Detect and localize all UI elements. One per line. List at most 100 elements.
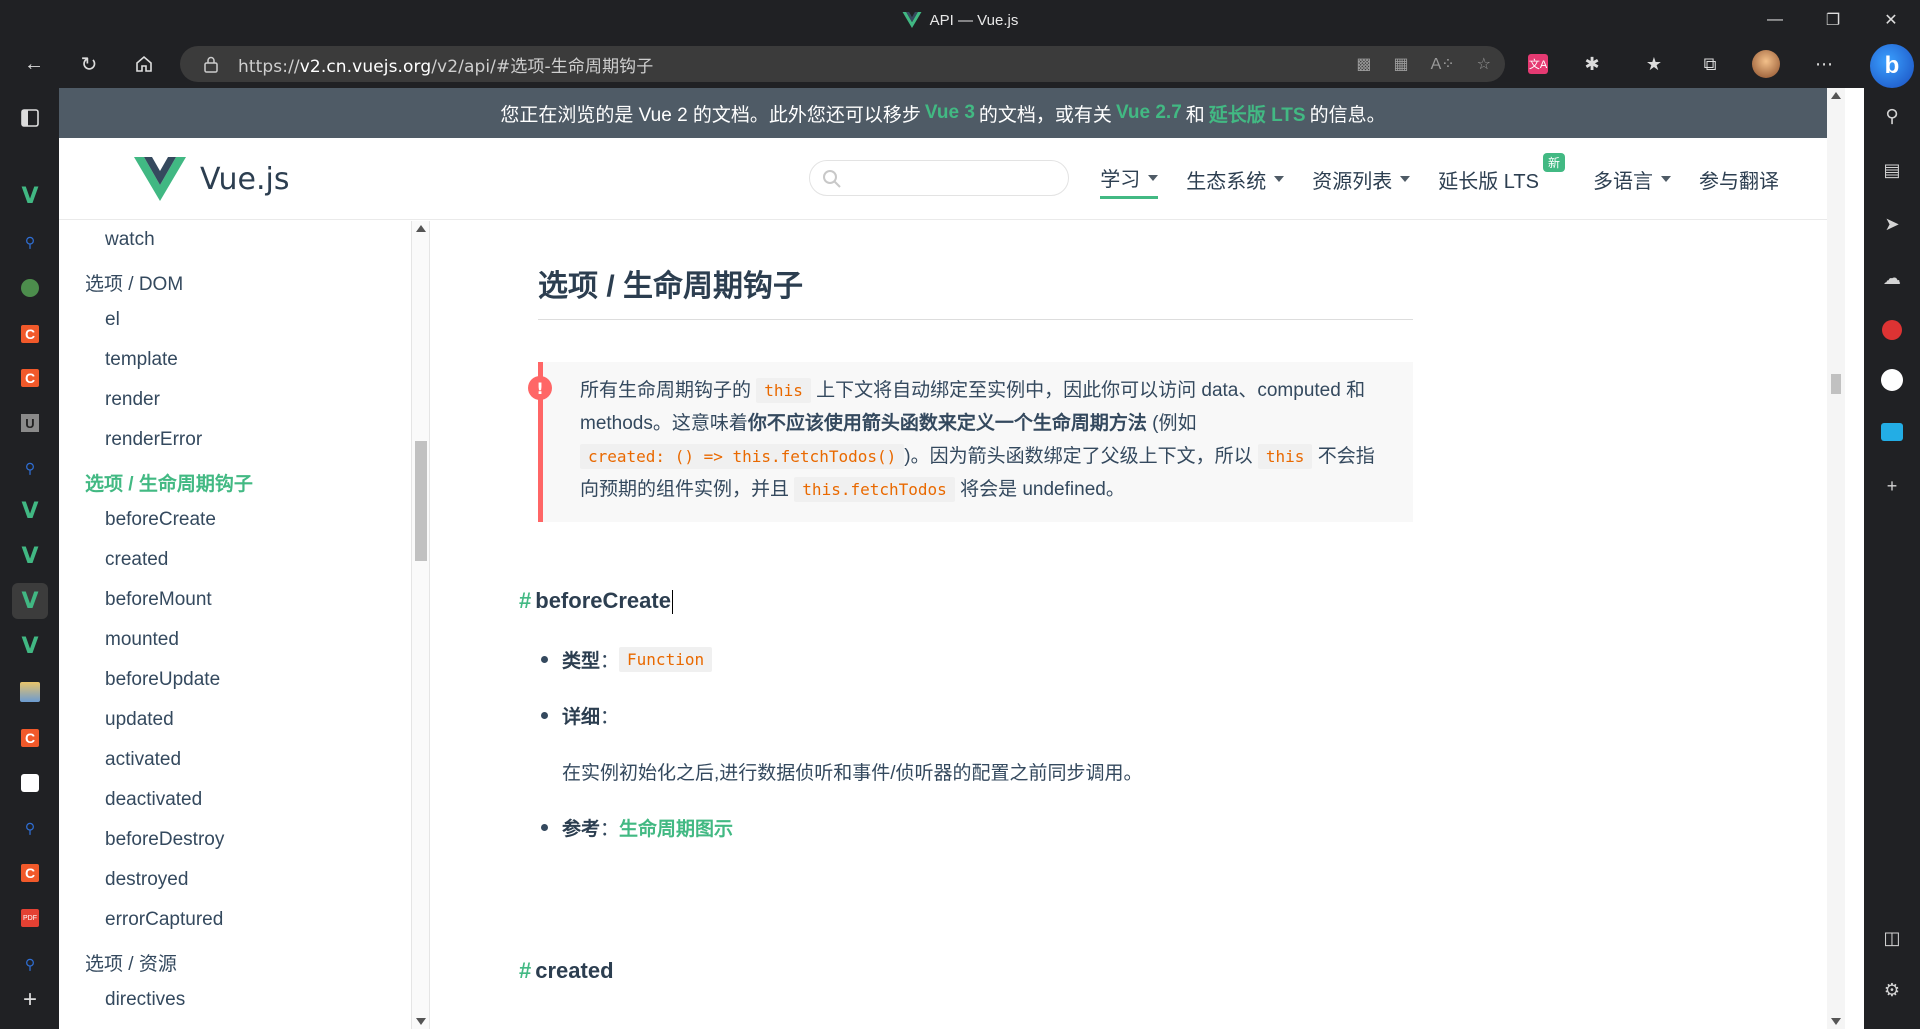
sidebar-item[interactable]: beforeMount: [105, 589, 212, 611]
sidebar-item[interactable]: el: [105, 309, 120, 331]
version-banner: 您正在浏览的是 Vue 2 的文档。此外您还可以移步 Vue 3 的文档，或有关…: [59, 88, 1827, 138]
app-available-icon[interactable]: ▩: [1356, 54, 1371, 74]
close-button[interactable]: ✕: [1862, 0, 1920, 40]
url-text: https://v2.cn.vuejs.org/v2/api/#选项-生命周期钩…: [238, 56, 654, 77]
nav-learn[interactable]: 学习: [1100, 159, 1159, 199]
brand-name: Vue.js: [200, 161, 290, 197]
tab-vue-icon[interactable]: V: [12, 493, 48, 529]
tab-csdn-icon[interactable]: C: [12, 855, 48, 891]
octopus-icon[interactable]: [1874, 312, 1910, 348]
tab-vue-icon[interactable]: V: [12, 538, 48, 574]
section-heading-beforecreate[interactable]: # beforeCreate: [519, 588, 673, 615]
favorites-icon[interactable]: ★: [1636, 46, 1672, 82]
tab-vue-icon[interactable]: V: [12, 178, 48, 214]
back-button[interactable]: ←: [16, 46, 52, 82]
home-button[interactable]: [126, 46, 162, 82]
search-icon[interactable]: ⚲: [1874, 98, 1910, 134]
api-sidebar: watch 选项 / DOM el template render renderError…: [59, 221, 412, 1029]
tab-green-site-icon[interactable]: [12, 270, 48, 306]
banner-link-lts[interactable]: 延长版 LTS: [1209, 100, 1306, 127]
tab-search-icon[interactable]: ⚲: [12, 810, 48, 846]
tab-pdf-icon[interactable]: PDF: [12, 900, 48, 936]
banner-text: 的信息。: [1309, 104, 1386, 126]
tab-vue-icon[interactable]: V: [12, 628, 48, 664]
tab-search-icon[interactable]: ⚲: [12, 946, 48, 982]
add-favorite-icon[interactable]: ☆: [1477, 54, 1491, 74]
qr-code-icon[interactable]: ▦: [1393, 54, 1408, 74]
see-also-item: 参考：生命周期图示: [541, 814, 733, 841]
tab-csdn-icon[interactable]: C: [12, 316, 48, 352]
sidebar-item[interactable]: template: [105, 349, 178, 371]
new-tab-icon[interactable]: +: [12, 982, 48, 1018]
settings-icon[interactable]: ⚙: [1874, 972, 1910, 1008]
cloud-icon[interactable]: ☁: [1874, 260, 1910, 296]
tab-search-icon[interactable]: ⚲: [12, 224, 48, 260]
sidebar-item[interactable]: renderError: [105, 429, 202, 451]
sidebar-item[interactable]: activated: [105, 749, 181, 771]
site-header: Vue.js 学习 生态系统 资源列表 延长版 LTS 新 多语言 参与翻译: [59, 138, 1827, 220]
sidebar-item[interactable]: directives: [105, 989, 185, 1011]
nav-ecosystem[interactable]: 生态系统: [1186, 159, 1285, 199]
more-icon[interactable]: ⋯: [1806, 46, 1842, 82]
bilibili-icon[interactable]: [1874, 414, 1910, 450]
tools-icon[interactable]: ▤: [1874, 152, 1910, 188]
lock-icon: [204, 56, 218, 73]
read-aloud-icon[interactable]: A⁘: [1431, 54, 1455, 74]
tab-search-icon[interactable]: ⚲: [12, 450, 48, 486]
site-logo[interactable]: Vue.js: [134, 157, 289, 201]
sidebar-scrollbar[interactable]: [412, 221, 430, 1029]
tab-vue-active-icon[interactable]: V: [12, 583, 48, 619]
restore-button[interactable]: ❐: [1804, 0, 1862, 40]
sidebar-item[interactable]: mounted: [105, 629, 179, 651]
nav-translate[interactable]: 参与翻译: [1699, 159, 1779, 199]
collections-icon[interactable]: ⧉: [1692, 46, 1728, 82]
banner-text: 的文档，或有关: [978, 104, 1112, 126]
type-item: 类型： Function: [541, 646, 713, 673]
tab-white-site-icon[interactable]: [12, 765, 48, 801]
edge-sidebar: b ⚲ ▤ ➤ ☁ + ◫ ⚙: [1864, 40, 1920, 1029]
sidebar-item[interactable]: deactivated: [105, 789, 202, 811]
nav-resources[interactable]: 资源列表: [1312, 159, 1411, 199]
tab-csdn-icon[interactable]: C: [12, 360, 48, 396]
page-scroll-thumb[interactable]: [1831, 374, 1841, 394]
address-bar[interactable]: https://v2.cn.vuejs.org/v2/api/#选项-生命周期钩…: [180, 46, 1505, 82]
tab-u-icon[interactable]: U: [12, 405, 48, 441]
sidebar-item[interactable]: beforeCreate: [105, 509, 216, 531]
sidebar-section-header[interactable]: 选项 / 资源: [85, 949, 177, 976]
profile-avatar[interactable]: [1748, 46, 1784, 82]
send-icon[interactable]: ➤: [1874, 206, 1910, 242]
sidebar-section-header[interactable]: 选项 / 生命周期钩子: [85, 469, 253, 496]
sidebar-item[interactable]: updated: [105, 709, 174, 731]
refresh-button[interactable]: ↻: [71, 46, 107, 82]
sidebar-item[interactable]: destroyed: [105, 869, 188, 891]
sidebar-item[interactable]: created: [105, 549, 168, 571]
minimize-button[interactable]: —: [1746, 0, 1804, 40]
nav-lts[interactable]: 延长版 LTS 新: [1438, 153, 1565, 199]
warning-icon: !: [528, 376, 552, 400]
extensions-icon[interactable]: ✱: [1574, 46, 1610, 82]
sidebar-scroll-thumb[interactable]: [415, 441, 427, 561]
tab-csdn-icon[interactable]: C: [12, 720, 48, 756]
divider: [538, 319, 1413, 320]
tab-image-icon[interactable]: [12, 674, 48, 710]
main-nav: 学习 生态系统 资源列表 延长版 LTS 新 多语言 参与翻译: [1100, 138, 1779, 220]
lifecycle-diagram-link[interactable]: 生命周期图示: [619, 814, 733, 841]
split-screen-icon[interactable]: ◫: [1874, 920, 1910, 956]
banner-link-vue27[interactable]: Vue 2.7: [1116, 102, 1182, 124]
section-heading-created[interactable]: # created: [519, 958, 614, 984]
search-input[interactable]: [809, 160, 1069, 196]
sidebar-item[interactable]: render: [105, 389, 160, 411]
sidebar-item[interactable]: beforeUpdate: [105, 669, 220, 691]
tab-actions-icon[interactable]: [12, 100, 48, 136]
translate-extension-icon[interactable]: 文A: [1520, 46, 1556, 82]
sidebar-item[interactable]: watch: [105, 229, 155, 251]
sidebar-section-header[interactable]: 选项 / DOM: [85, 269, 183, 296]
nav-languages[interactable]: 多语言: [1593, 159, 1671, 199]
sidebar-item[interactable]: errorCaptured: [105, 909, 223, 931]
add-icon[interactable]: +: [1874, 468, 1910, 504]
banner-link-vue3[interactable]: Vue 3: [925, 102, 975, 124]
sidebar-item[interactable]: beforeDestroy: [105, 829, 224, 851]
page-scrollbar[interactable]: [1827, 88, 1845, 1029]
bing-chat-icon[interactable]: b: [1870, 44, 1914, 88]
github-icon[interactable]: [1874, 362, 1910, 398]
